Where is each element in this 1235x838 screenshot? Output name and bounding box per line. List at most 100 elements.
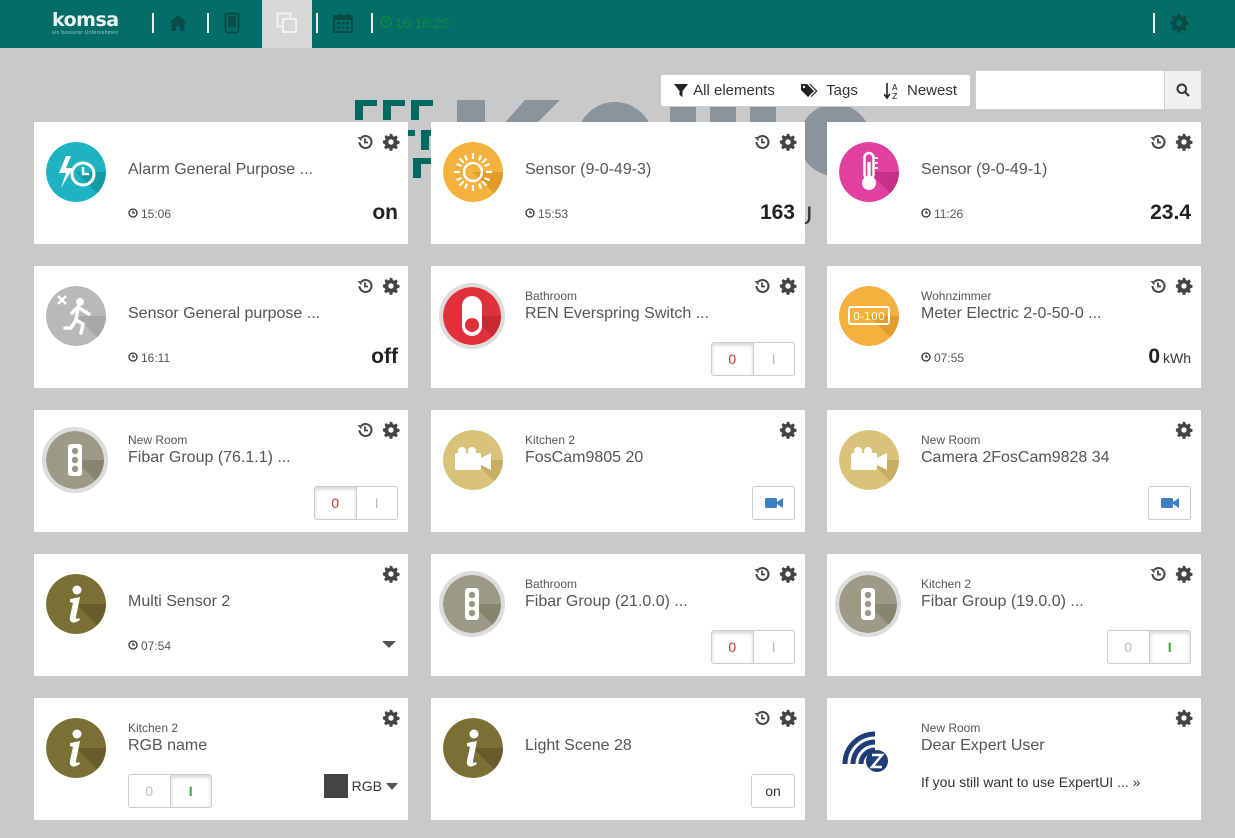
history-icon[interactable] xyxy=(753,565,771,583)
element-value: 163 xyxy=(759,201,795,224)
switch-off-button[interactable]: 0 xyxy=(712,343,754,375)
search-input[interactable] xyxy=(976,71,1165,109)
element-name: Sensor (9-0-49-3) xyxy=(525,161,652,178)
element-card: Kitchen 2 Fibar Group (19.0.0) ... 0I xyxy=(827,554,1201,676)
element-name: Camera 2FosCam9828 34 xyxy=(921,449,1110,466)
element-name: Sensor (9-0-49-1) xyxy=(921,161,1048,178)
history-icon[interactable] xyxy=(1149,133,1167,151)
gear-icon[interactable] xyxy=(1175,709,1193,727)
filter-icon xyxy=(674,83,689,97)
tags-button[interactable]: Tags xyxy=(788,74,872,107)
element-card: Sensor (9-0-49-1) 11:26 23.4 xyxy=(827,122,1201,244)
history-icon[interactable] xyxy=(753,277,771,295)
home-icon[interactable] xyxy=(165,10,191,36)
search-box xyxy=(975,70,1202,110)
element-card: New Room Camera 2FosCam9828 34 xyxy=(827,410,1201,532)
switch-on-button[interactable]: I xyxy=(754,631,795,663)
element-value: 0 xyxy=(1148,345,1160,368)
expand-caret-icon[interactable] xyxy=(382,641,396,648)
element-room: Wohnzimmer xyxy=(921,289,992,303)
settings-gear-icon[interactable] xyxy=(1166,10,1192,36)
element-room: Kitchen 2 xyxy=(921,577,972,591)
history-icon[interactable] xyxy=(356,277,374,295)
video-camera-icon xyxy=(764,498,783,508)
on-off-switch: 0I xyxy=(128,774,212,808)
element-name: FosCam9805 20 xyxy=(525,449,644,466)
rgb-color-picker[interactable]: RGB xyxy=(323,774,398,798)
divider xyxy=(371,13,373,33)
element-name: Light Scene 28 xyxy=(525,737,632,754)
gear-icon[interactable] xyxy=(382,709,400,727)
element-card: Kitchen 2 FosCam9805 20 xyxy=(431,410,805,532)
tablet-icon[interactable] xyxy=(219,10,245,36)
switch-on-button[interactable]: I xyxy=(754,343,795,375)
element-name: Sensor General purpose ... xyxy=(128,305,321,322)
element-name: Multi Sensor 2 xyxy=(128,593,231,610)
gear-icon[interactable] xyxy=(382,133,400,151)
history-icon[interactable] xyxy=(1149,277,1167,295)
history-icon[interactable] xyxy=(753,709,771,727)
history-icon[interactable] xyxy=(356,133,374,151)
motion-icon xyxy=(46,286,106,346)
switch-off-button[interactable]: 0 xyxy=(315,487,357,519)
video-camera-icon xyxy=(1160,498,1179,508)
element-value-with-unit: 0 kWh xyxy=(1148,345,1191,369)
komsa-logo[interactable]: komsa ein besserer Unternehmen xyxy=(52,9,119,36)
gear-icon[interactable] xyxy=(382,565,400,583)
chevron-down-icon xyxy=(386,782,398,790)
expert-ui-link[interactable]: If you still want to use ExpertUI ... » xyxy=(921,774,1140,790)
history-icon[interactable] xyxy=(753,133,771,151)
open-camera-button[interactable] xyxy=(1148,486,1191,520)
logo-text: komsa xyxy=(52,9,119,31)
top-bar: komsa ein besserer Unternehmen 16:16:25 xyxy=(0,0,1235,48)
element-card: Light Scene 28 on xyxy=(431,698,805,820)
element-name: Dear Expert User xyxy=(921,737,1045,754)
on-off-switch: 0I xyxy=(711,342,795,376)
history-icon[interactable] xyxy=(356,421,374,439)
clock-icon xyxy=(128,351,138,365)
gear-icon[interactable] xyxy=(1175,133,1193,151)
traffic-light-icon xyxy=(835,571,901,637)
clock-icon xyxy=(921,207,931,221)
open-camera-button[interactable] xyxy=(752,486,795,520)
history-icon[interactable] xyxy=(1149,565,1167,583)
gear-icon[interactable] xyxy=(382,277,400,295)
clock-icon xyxy=(525,207,535,221)
switch-off-button[interactable]: 0 xyxy=(129,775,171,807)
element-name: Alarm General Purpose ... xyxy=(128,161,313,178)
element-update-time: 07:54 xyxy=(128,639,171,653)
alarm-clock-icon xyxy=(46,142,106,202)
element-value: off xyxy=(371,345,398,368)
gear-icon[interactable] xyxy=(1175,421,1193,439)
gear-icon[interactable] xyxy=(779,421,797,439)
gear-icon[interactable] xyxy=(382,421,400,439)
switch-off-button[interactable]: 0 xyxy=(1108,631,1150,663)
switch-off-button[interactable]: 0 xyxy=(712,631,754,663)
thermometer-icon xyxy=(839,142,899,202)
switch-on-button[interactable]: I xyxy=(357,487,398,519)
calendar-icon[interactable] xyxy=(330,10,356,36)
switch-on-button[interactable]: I xyxy=(1150,631,1191,663)
scene-on-button[interactable]: on xyxy=(751,774,795,808)
gear-icon[interactable] xyxy=(779,133,797,151)
element-card: Sensor General purpose ... 16:11 off xyxy=(34,266,408,388)
gear-icon[interactable] xyxy=(779,709,797,727)
element-update-time: 15:53 xyxy=(525,207,568,221)
element-card: New Room Fibar Group (76.1.1) ... 0I xyxy=(34,410,408,532)
filter-all-elements-button[interactable]: All elements xyxy=(660,74,789,107)
tab-elements-active[interactable] xyxy=(262,0,312,48)
gear-icon[interactable] xyxy=(779,277,797,295)
search-button[interactable] xyxy=(1164,71,1201,109)
gear-icon[interactable] xyxy=(779,565,797,583)
gear-icon[interactable] xyxy=(1175,565,1193,583)
element-card: Alarm General Purpose ... 15:06 on xyxy=(34,122,408,244)
element-name: Fibar Group (19.0.0) ... xyxy=(921,593,1084,610)
camera-icon xyxy=(443,430,503,490)
sort-newest-button[interactable]: AZ Newest xyxy=(871,74,971,107)
gear-icon[interactable] xyxy=(1175,277,1193,295)
element-value: on xyxy=(372,201,398,224)
switch-on-button[interactable]: I xyxy=(171,775,212,807)
clock: 16:16:25 xyxy=(380,15,450,31)
sun-icon xyxy=(443,142,503,202)
traffic-light-icon xyxy=(42,427,108,493)
